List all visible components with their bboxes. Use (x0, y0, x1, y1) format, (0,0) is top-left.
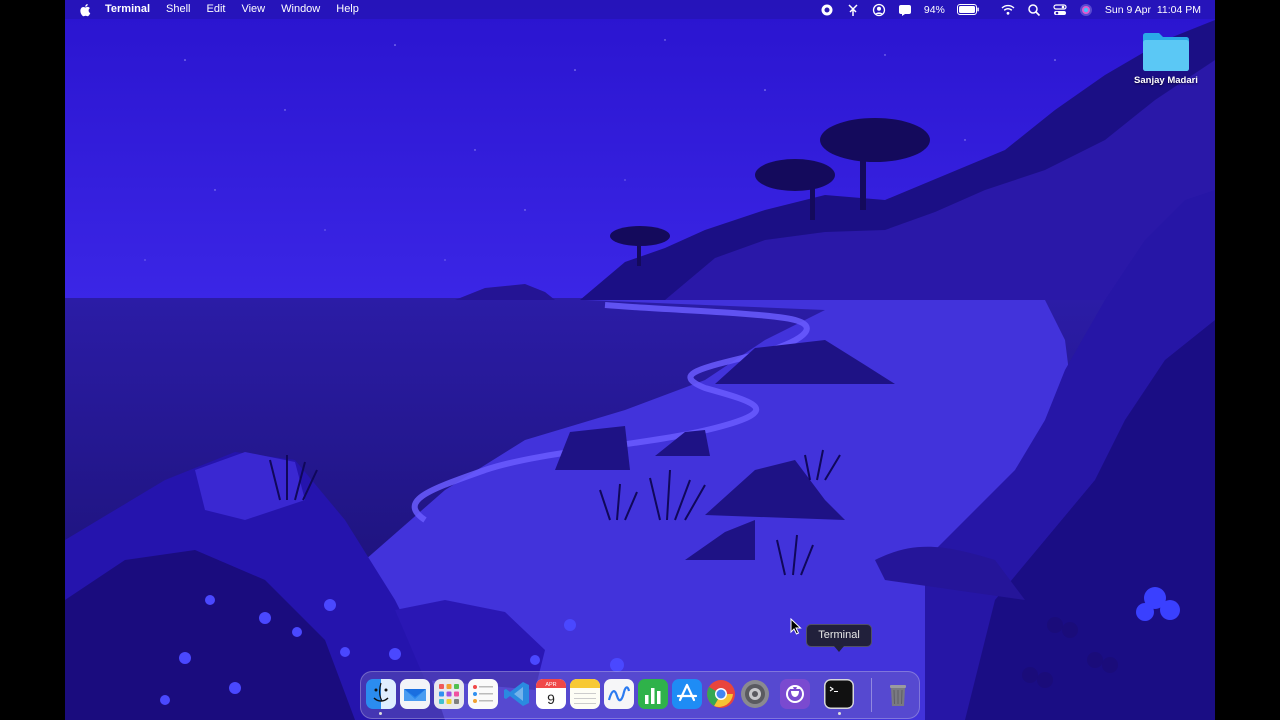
dock-freeform[interactable] (604, 679, 634, 709)
freeform-icon (604, 679, 634, 709)
screen-record-icon[interactable] (820, 3, 834, 17)
date-time[interactable]: Sun 9 Apr 11:04 PM (1105, 4, 1201, 16)
dock-vscode[interactable] (502, 679, 532, 709)
dock-numbers[interactable] (638, 679, 668, 709)
calendar-day: 9 (547, 691, 555, 707)
desktop-folder-label: Sanjay Madari (1134, 75, 1198, 86)
dock-reminders[interactable] (468, 679, 498, 709)
dock-trash[interactable] (883, 679, 913, 709)
dock-mail[interactable] (400, 679, 430, 709)
terminal-icon (824, 679, 854, 709)
dock-github-desktop[interactable] (780, 679, 810, 709)
menu-view[interactable]: View (233, 0, 273, 19)
calendar-month: APR (545, 682, 556, 688)
menu-shell[interactable]: Shell (158, 0, 198, 19)
dock-separator (871, 678, 872, 712)
vscode-icon (504, 682, 529, 706)
search-icon[interactable] (1027, 3, 1041, 17)
launchpad-icon (434, 679, 464, 709)
menu-edit[interactable]: Edit (199, 0, 234, 19)
calendar-icon: APR 9 (536, 679, 566, 709)
notification-icon[interactable] (898, 3, 912, 17)
apple-icon[interactable] (79, 3, 91, 17)
gear-icon (741, 680, 769, 708)
desktop-folder[interactable]: Sanjay Madari (1127, 30, 1205, 86)
folder-icon (1143, 33, 1189, 71)
dock-calendar[interactable]: APR 9 (536, 679, 566, 709)
dock-notes[interactable] (570, 679, 600, 709)
notes-icon (570, 679, 600, 709)
trash-icon (890, 685, 906, 706)
siri-icon[interactable] (1079, 3, 1093, 17)
github-icon (780, 679, 810, 709)
control-center-icon[interactable] (1053, 3, 1067, 17)
dock-tooltip: Terminal (806, 624, 872, 652)
menu-app-name[interactable]: Terminal (97, 0, 158, 19)
menu-help[interactable]: Help (328, 0, 367, 19)
user-account-icon[interactable] (872, 3, 886, 17)
status-area: 94% Sun 9 Apr 11:04 PM (820, 0, 1201, 19)
mail-icon (400, 679, 430, 709)
dock-terminal[interactable] (824, 679, 854, 709)
wifi-icon[interactable] (1001, 3, 1015, 17)
dock-running-indicator (379, 712, 382, 715)
dock-running-indicator (838, 712, 841, 715)
menu-bar: Terminal Shell Edit View Window Help 94% (65, 0, 1215, 19)
battery-icon[interactable] (956, 4, 979, 15)
dock-app-store[interactable] (672, 679, 702, 709)
fork-icon[interactable] (846, 3, 860, 17)
battery-percent[interactable]: 94% (924, 4, 945, 16)
dock-finder[interactable] (366, 679, 396, 709)
dock-system-settings[interactable] (740, 679, 770, 709)
numbers-icon (638, 679, 668, 709)
dock-chrome[interactable] (706, 679, 736, 709)
finder-icon (366, 679, 396, 709)
menu-window[interactable]: Window (273, 0, 328, 19)
dock-launchpad[interactable] (434, 679, 464, 709)
app-store-icon (672, 679, 702, 709)
dock: APR 9 (360, 671, 920, 719)
chrome-icon (707, 680, 735, 708)
desktop-screen: Terminal Shell Edit View Window Help 94% (65, 0, 1215, 720)
reminders-icon (468, 679, 498, 709)
mouse-cursor-icon (790, 618, 802, 635)
wallpaper (65, 0, 1215, 720)
